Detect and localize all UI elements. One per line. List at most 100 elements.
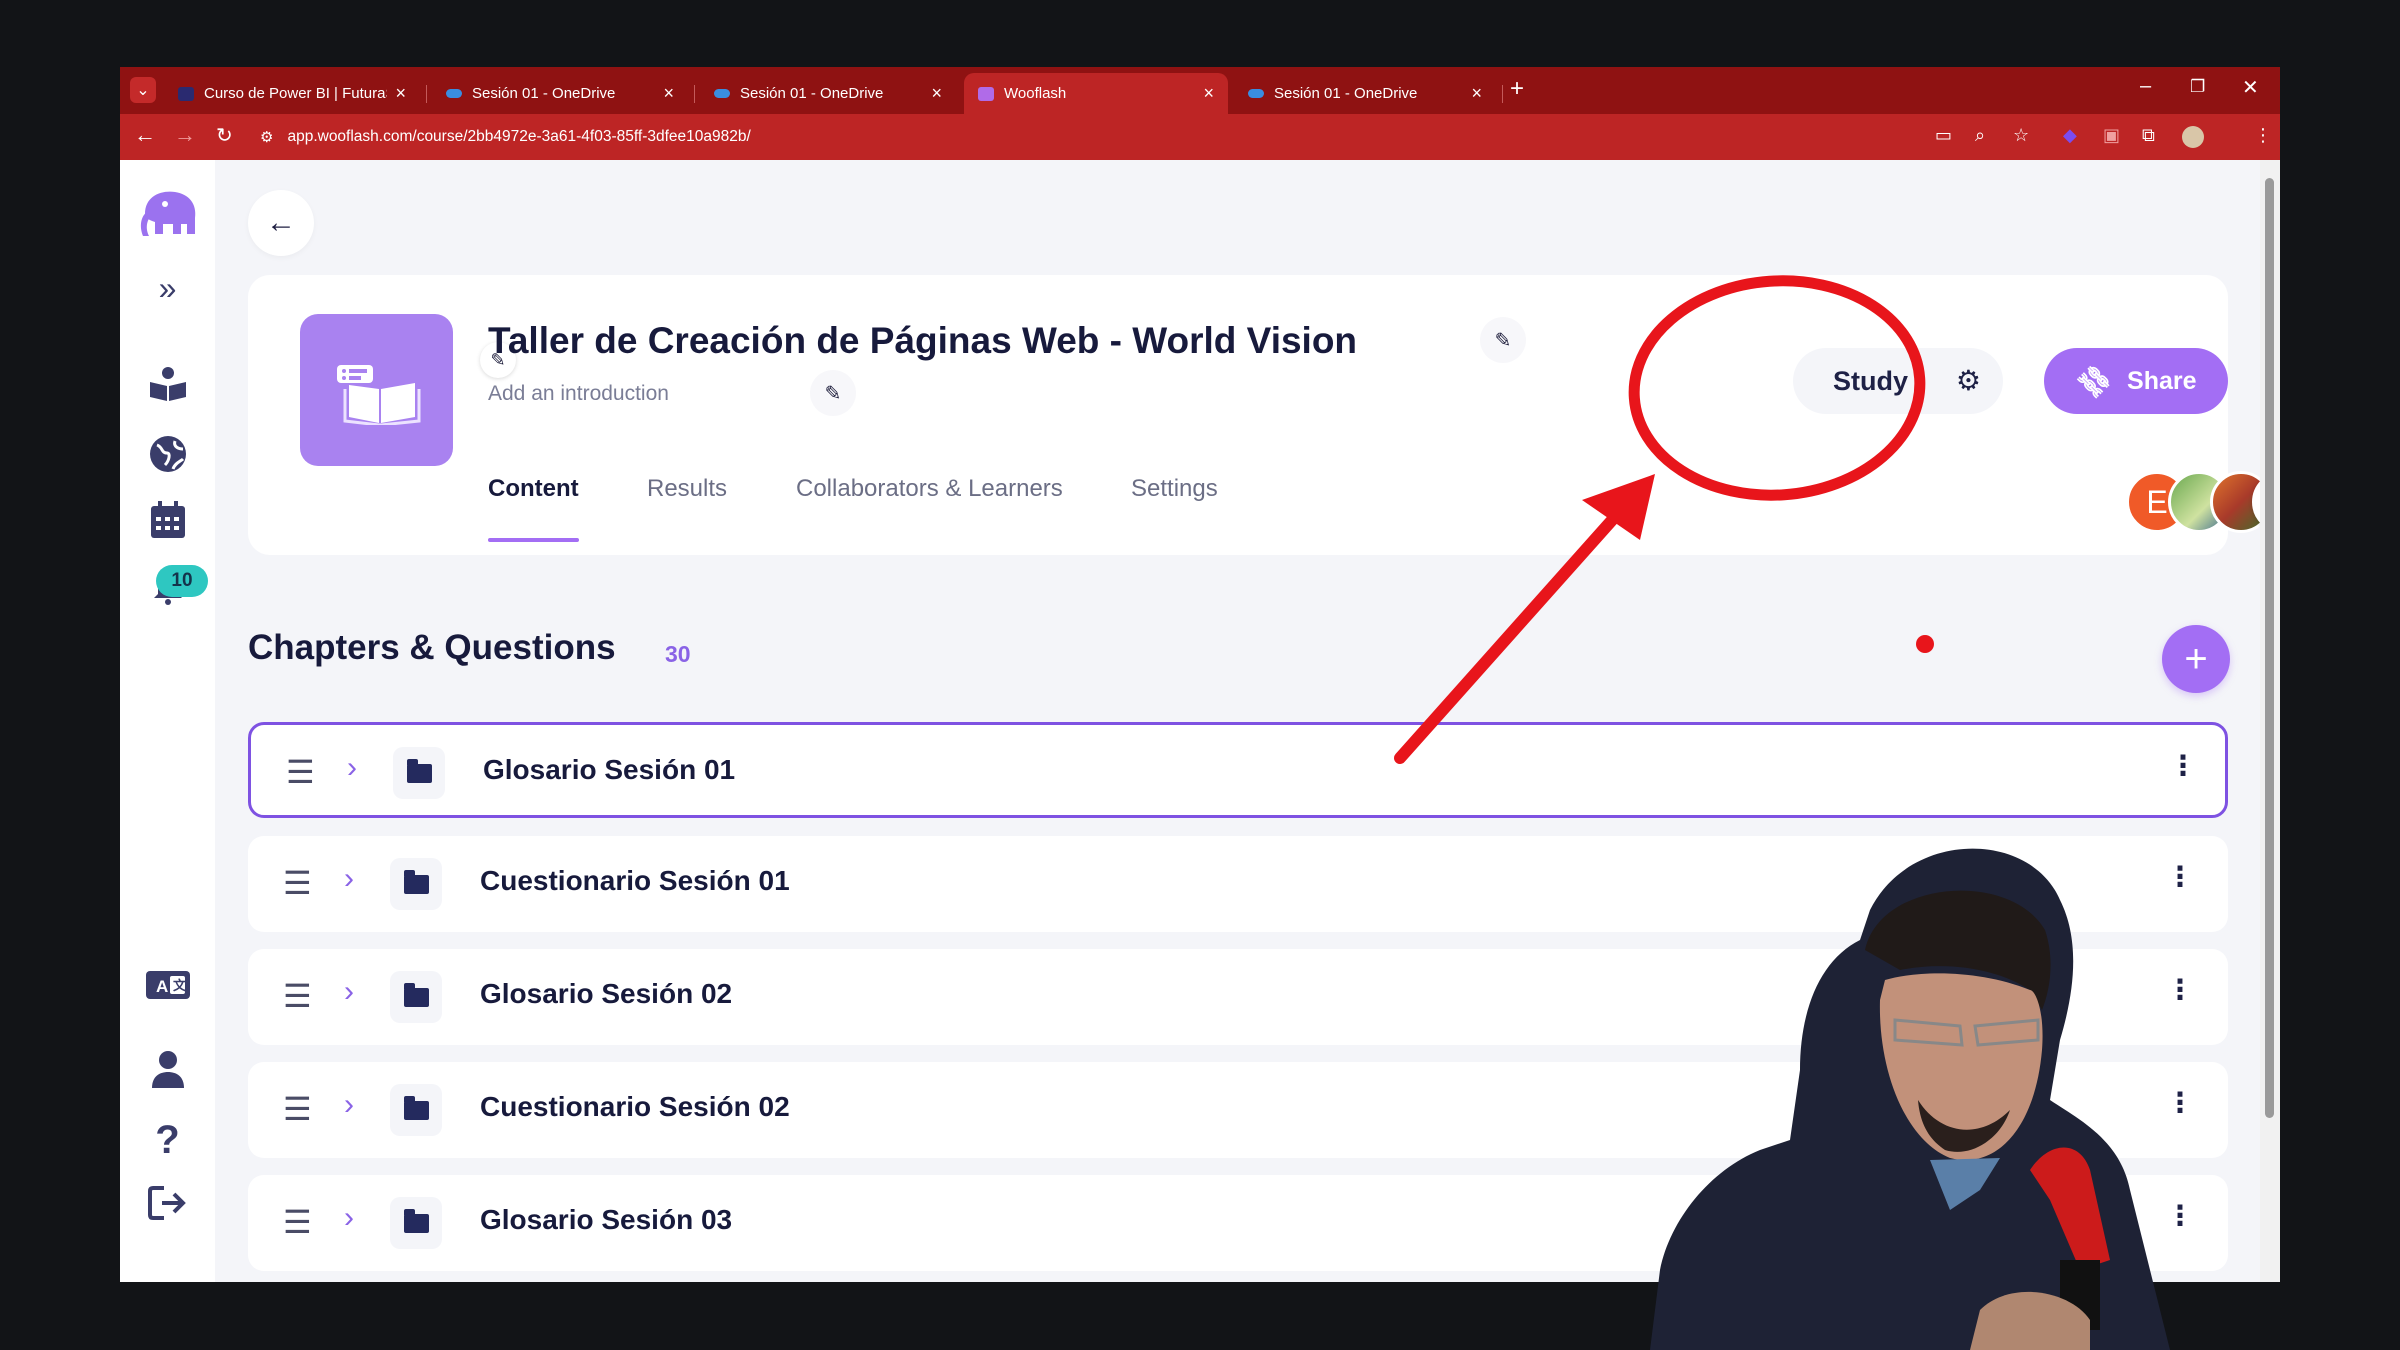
chevron-right-icon[interactable]: › <box>344 1201 354 1235</box>
new-tab-icon[interactable]: + <box>1510 75 1524 103</box>
url-text: app.wooflash.com/course/2bb4972e-3a61-4f… <box>287 128 751 145</box>
sidebar: » 10 A文 ? <box>120 160 215 1282</box>
logout-icon[interactable] <box>120 1185 215 1226</box>
course-image[interactable]: ✎ <box>300 314 516 466</box>
notification-count-badge: 10 <box>156 565 208 597</box>
browser-toolbar: ← → ↻ ⚙ app.wooflash.com/course/2bb4972e… <box>120 114 2280 160</box>
share-label: Share <box>2127 366 2197 395</box>
zoom-icon[interactable]: ⌕ <box>1975 125 1985 146</box>
chapter-row[interactable]: ☰ › Glosario Sesión 01 ⋮ <box>248 722 2228 818</box>
onedrive-favicon <box>714 89 730 98</box>
drag-handle-icon[interactable]: ☰ <box>283 1090 312 1128</box>
browser-tab[interactable]: Sesión 01 - OneDrive × <box>700 73 956 114</box>
back-button[interactable]: ← <box>248 190 314 256</box>
svg-text:A: A <box>156 977 168 996</box>
drag-handle-icon[interactable]: ☰ <box>286 753 315 791</box>
edit-introduction-icon[interactable]: ✎ <box>810 370 856 416</box>
active-tab-indicator <box>488 538 579 542</box>
presenter-webcam-overlay <box>1650 848 2170 1350</box>
tab-content[interactable]: Content <box>488 475 579 503</box>
chapter-menu-icon[interactable]: ⋮ <box>2169 749 2197 782</box>
reload-icon[interactable]: ↻ <box>216 123 233 148</box>
wooflash-elephant-logo[interactable] <box>120 186 215 247</box>
tab-settings[interactable]: Settings <box>1131 475 1218 503</box>
close-tab-icon[interactable]: × <box>663 83 674 104</box>
study-label: Study <box>1833 365 1909 396</box>
link-icon: ⛓ <box>2071 358 2117 403</box>
close-tab-icon[interactable]: × <box>395 83 406 104</box>
chevron-right-icon[interactable]: › <box>347 751 357 785</box>
course-title: Taller de Creación de Páginas Web - Worl… <box>488 320 1358 361</box>
onedrive-favicon <box>1248 89 1264 98</box>
powerbi-favicon <box>178 86 194 101</box>
chevron-right-icon[interactable]: › <box>344 975 354 1009</box>
course-header-card: ✎ Taller de Creación de Páginas Web - Wo… <box>248 275 2280 555</box>
cursor-dot <box>1916 635 1934 653</box>
close-window-icon[interactable]: ✕ <box>2242 75 2259 100</box>
tab-title: Sesión 01 - OneDrive <box>1274 85 1418 102</box>
svg-text:文: 文 <box>173 978 187 993</box>
address-bar[interactable]: ⚙ app.wooflash.com/course/2bb4972e-3a61-… <box>260 121 2040 153</box>
study-button[interactable]: Study ⚙ <box>1793 348 2003 414</box>
profile-avatar[interactable] <box>2182 126 2204 148</box>
browser-tab[interactable]: Sesión 01 - OneDrive × <box>432 73 688 114</box>
open-book-icon <box>337 365 421 425</box>
chapter-name: Glosario Sesión 01 <box>483 754 736 785</box>
back-nav-icon[interactable]: ← <box>134 122 156 148</box>
chapter-name: Cuestionario Sesión 01 <box>480 865 790 896</box>
tab-title: Sesión 01 - OneDrive <box>740 85 884 102</box>
close-tab-icon[interactable]: × <box>1203 83 1214 104</box>
edit-title-icon[interactable]: ✎ <box>1480 317 1526 363</box>
profile-icon[interactable] <box>120 1050 215 1095</box>
tab-strip: ⌄ Curso de Power BI | FuturaSoft × Sesió… <box>120 67 2280 114</box>
site-info-icon[interactable]: ⚙ <box>260 128 273 146</box>
drag-handle-icon[interactable]: ☰ <box>283 864 312 902</box>
folder-icon <box>390 858 442 910</box>
browser-tab[interactable]: Curso de Power BI | FuturaSoft × <box>164 73 420 114</box>
folder-icon <box>390 971 442 1023</box>
courses-book-icon[interactable] <box>120 366 215 407</box>
tab-title: Curso de Power BI | FuturaSoft <box>204 85 387 102</box>
extensions-puzzle-icon[interactable]: ⧉ <box>2142 125 2155 146</box>
extension-icon[interactable]: ▣ <box>2103 125 2120 146</box>
scrollbar-thumb[interactable] <box>2265 178 2274 1118</box>
onedrive-favicon <box>446 89 462 98</box>
expand-sidebar-icon[interactable]: » <box>120 270 215 307</box>
extension-icon[interactable]: ◆ <box>2063 125 2077 146</box>
calendar-icon[interactable] <box>120 501 215 544</box>
question-count: 30 <box>665 641 691 667</box>
chapter-name: Glosario Sesión 03 <box>480 1204 733 1235</box>
tab-title: Wooflash <box>1004 85 1067 102</box>
browser-tab[interactable]: Sesión 01 - OneDrive × <box>1234 73 1496 114</box>
drag-handle-icon[interactable]: ☰ <box>283 977 312 1015</box>
tab-results[interactable]: Results <box>647 475 727 503</box>
close-tab-icon[interactable]: × <box>931 83 942 104</box>
drag-handle-icon[interactable]: ☰ <box>283 1203 312 1241</box>
bookmark-star-icon[interactable]: ☆ <box>2013 125 2029 146</box>
page-scrollbar[interactable] <box>2260 160 2280 1282</box>
add-introduction-text[interactable]: Add an introduction <box>488 382 669 406</box>
restore-icon[interactable]: ❐ <box>2190 77 2205 97</box>
browser-tab-active[interactable]: Wooflash × <box>964 73 1228 114</box>
help-icon[interactable]: ? <box>120 1118 215 1163</box>
forward-nav-icon[interactable]: → <box>174 122 196 148</box>
folder-icon <box>393 747 445 799</box>
chapter-name: Glosario Sesión 02 <box>480 978 733 1009</box>
chevron-right-icon[interactable]: › <box>344 1088 354 1122</box>
folder-icon <box>390 1197 442 1249</box>
install-app-icon[interactable]: ▭ <box>1935 125 1952 146</box>
browser-menu-icon[interactable]: ⋮ <box>2254 125 2272 146</box>
language-icon[interactable]: A文 <box>120 970 215 1005</box>
section-title: Chapters & Questions <box>248 628 616 667</box>
tab-collaborators-learners[interactable]: Collaborators & Learners <box>796 475 1063 503</box>
add-chapter-button[interactable]: + <box>2162 625 2230 693</box>
chevron-right-icon[interactable]: › <box>344 862 354 896</box>
explore-globe-icon[interactable] <box>120 435 215 478</box>
folder-icon <box>390 1084 442 1136</box>
minimize-icon[interactable]: – <box>2140 75 2151 98</box>
share-button[interactable]: ⛓ Share <box>2044 348 2228 414</box>
close-tab-icon[interactable]: × <box>1471 83 1482 104</box>
collaborator-avatars[interactable]: E +20 <box>2126 471 2280 535</box>
tab-search-button[interactable]: ⌄ <box>130 77 156 103</box>
gear-icon[interactable]: ⚙ <box>1956 364 1981 397</box>
